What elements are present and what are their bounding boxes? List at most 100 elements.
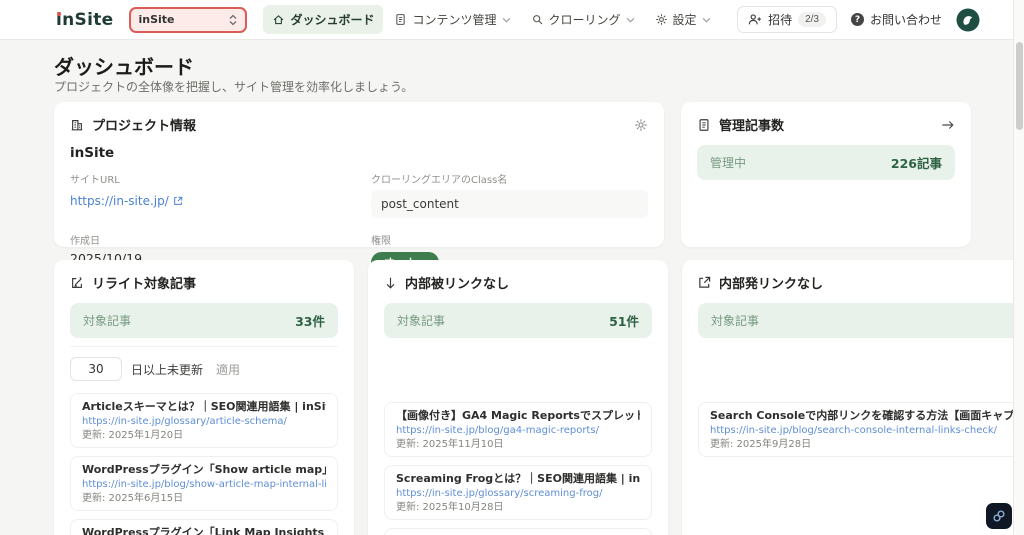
- document-icon: [394, 13, 407, 26]
- article-title: WordPressプラグイン「Link Map Insights」で内部リンクを…: [82, 526, 326, 535]
- inbound-target-value: 51件: [609, 314, 639, 329]
- managed-count-value: 226記事: [890, 156, 942, 171]
- article-item[interactable]: Articleスキーマとは？｜SEO関連用語集 | inSite(インサイト) …: [70, 393, 338, 448]
- article-title: Screaming Frogとは？｜SEO関連用語集 | inSite(インサイ…: [396, 472, 640, 485]
- crawl-class-field: クローリングエリアのClass名 post_content: [371, 171, 648, 218]
- app-header: inSite inSite ダッシュボード コンテンツ管理 クローリング 設定 …: [0, 0, 1024, 40]
- no-outbound-title: 内部発リンクなし: [719, 277, 824, 292]
- external-link-icon: [173, 196, 183, 206]
- invite-count-badge: 2/3: [798, 12, 826, 27]
- managed-articles-title: 管理記事数: [719, 119, 785, 134]
- rewrite-target-value: 33件: [295, 314, 325, 329]
- article-url-link[interactable]: https://in-site.jp/blog/ga4-magic-report…: [396, 424, 640, 437]
- site-url-link[interactable]: https://in-site.jp/: [70, 194, 183, 208]
- nav-content-management-label: コンテンツ管理: [412, 13, 497, 27]
- user-avatar[interactable]: [956, 8, 980, 32]
- rewrite-filter: 日以上未更新 適用: [70, 346, 338, 381]
- invite-label: 招待: [768, 13, 793, 27]
- project-settings-button[interactable]: [634, 118, 648, 132]
- gear-icon: [655, 13, 668, 26]
- scrollbar-thumb[interactable]: [1016, 42, 1023, 130]
- rewrite-card: リライト対象記事 対象記事 33件 日以上未更新 適用 Articleスキーマと…: [54, 260, 354, 535]
- no-inbound-links-card: 内部被リンクなし 対象記事 51件 【画像付き】GA4 Magic Report…: [368, 260, 668, 535]
- page-subtitle: プロジェクトの全体像を把握し、サイト管理を効率化しましょう。: [54, 80, 414, 94]
- project-info-title: プロジェクト情報: [92, 119, 197, 134]
- created-date-label: 作成日: [70, 236, 100, 247]
- main-nav: ダッシュボード コンテンツ管理 クローリング 設定: [263, 5, 719, 34]
- managed-count-label: 管理中: [710, 156, 747, 170]
- outbound-target-label: 対象記事: [711, 314, 760, 328]
- article-url-link[interactable]: https://in-site.jp/blog/search-console-i…: [710, 424, 1024, 437]
- project-selector[interactable]: inSite: [129, 6, 248, 33]
- nav-crawling[interactable]: クローリング: [522, 5, 644, 34]
- main-content: ダッシュボード プロジェクトの全体像を把握し、サイト管理を効率化しましょう。 プ…: [0, 40, 1024, 535]
- project-selector-value: inSite: [138, 13, 175, 26]
- rewrite-article-list: Articleスキーマとは？｜SEO関連用語集 | inSite(インサイト) …: [70, 393, 338, 535]
- chevron-down-icon: [502, 17, 511, 23]
- apply-button[interactable]: 適用: [212, 359, 244, 380]
- article-title: 【画像付き】GA4 Magic ReportsでスプレッドシートとGA4を自動…: [396, 409, 640, 422]
- project-name: inSite: [70, 145, 115, 161]
- question-icon: ?: [850, 13, 864, 26]
- nav-dashboard[interactable]: ダッシュボード: [263, 5, 384, 34]
- site-url-field: サイトURL https://in-site.jp/: [70, 171, 347, 218]
- outbound-target-row: 対象記事 1件: [698, 303, 1024, 338]
- invite-button[interactable]: 招待 2/3: [737, 6, 837, 33]
- outbound-article-list: Search Consoleで内部リンクを確認する方法【画面キャプチャで詳… h…: [698, 402, 1024, 457]
- site-url-label: サイトURL: [70, 175, 120, 186]
- search-icon: [531, 13, 544, 26]
- managed-articles-link-button[interactable]: [941, 119, 955, 131]
- app-logo: inSite: [56, 10, 113, 30]
- article-updated: 更新: 2025年9月28日: [710, 439, 812, 450]
- no-outbound-links-card: 内部発リンクなし 対象記事 1件 Search Consoleで内部リンクを確認…: [682, 260, 1024, 535]
- article-item[interactable]: 国際的な重複コンテンツとは？｜SEO関連用語集 | inSite(インサイト) …: [384, 528, 652, 535]
- inbound-article-list: 【画像付き】GA4 Magic ReportsでスプレッドシートとGA4を自動……: [384, 402, 652, 535]
- document-icon: [697, 118, 711, 132]
- article-item[interactable]: 【画像付き】GA4 Magic ReportsでスプレッドシートとGA4を自動……: [384, 402, 652, 457]
- nav-settings[interactable]: 設定: [646, 5, 720, 34]
- rewrite-target-label: 対象記事: [83, 314, 132, 328]
- article-updated: 更新: 2025年1月20日: [82, 430, 184, 441]
- contact-button[interactable]: ? お問い合わせ: [850, 11, 942, 28]
- days-input[interactable]: [70, 357, 122, 381]
- nav-crawling-label: クローリング: [548, 13, 621, 27]
- contact-label: お問い合わせ: [869, 13, 942, 27]
- logo-text: inSite: [56, 9, 114, 30]
- link-tool-button[interactable]: [986, 503, 1012, 529]
- days-filter-label: 日以上未更新: [131, 362, 204, 377]
- home-icon: [272, 13, 285, 26]
- managed-count-row: 管理中 226記事: [697, 145, 955, 180]
- article-url-link[interactable]: https://in-site.jp/glossary/article-sche…: [82, 415, 326, 428]
- crawl-class-label: クローリングエリアのClass名: [371, 175, 508, 186]
- person-plus-icon: [748, 13, 762, 26]
- article-title: WordPressプラグイン「Show article map」の使い方を解説: [82, 463, 326, 476]
- article-item[interactable]: Screaming Frogとは？｜SEO関連用語集 | inSite(インサイ…: [384, 465, 652, 520]
- nav-content-management[interactable]: コンテンツ管理: [385, 5, 519, 34]
- nav-dashboard-label: ダッシュボード: [290, 13, 375, 27]
- article-item[interactable]: Search Consoleで内部リンクを確認する方法【画面キャプチャで詳… h…: [698, 402, 1024, 457]
- external-link-icon: [698, 276, 711, 289]
- link-icon: [991, 508, 1007, 524]
- article-updated: 更新: 2025年10月28日: [396, 502, 504, 513]
- crawl-class-input[interactable]: post_content: [371, 190, 648, 218]
- site-url-text: https://in-site.jp/: [70, 194, 169, 208]
- no-inbound-title: 内部被リンクなし: [405, 277, 510, 292]
- article-title: Articleスキーマとは？｜SEO関連用語集 | inSite(インサイト): [82, 400, 326, 413]
- page-title: ダッシュボード: [54, 55, 194, 79]
- scrollbar-track[interactable]: [1013, 0, 1024, 535]
- article-url-link[interactable]: https://in-site.jp/glossary/screaming-fr…: [396, 487, 640, 500]
- article-url-link[interactable]: https://in-site.jp/blog/show-article-map…: [82, 478, 326, 491]
- project-info-card: プロジェクト情報 inSite サイトURL https://in-site.j…: [54, 102, 664, 273]
- article-title: Search Consoleで内部リンクを確認する方法【画面キャプチャで詳…: [710, 409, 1024, 422]
- inbound-target-row: 対象記事 51件: [384, 303, 652, 338]
- article-item[interactable]: WordPressプラグイン「Link Map Insights」で内部リンクを…: [70, 519, 338, 535]
- inbound-target-label: 対象記事: [397, 314, 446, 328]
- select-chevrons-icon: [228, 14, 238, 26]
- chevron-down-icon: [626, 17, 635, 23]
- article-updated: 更新: 2025年6月15日: [82, 493, 184, 504]
- chevron-down-icon: [702, 17, 711, 23]
- header-right: 招待 2/3 ? お問い合わせ: [737, 6, 980, 33]
- article-updated: 更新: 2025年11月10日: [396, 439, 504, 450]
- article-item[interactable]: WordPressプラグイン「Show article map」の使い方を解説 …: [70, 456, 338, 511]
- permission-label: 権限: [371, 236, 391, 247]
